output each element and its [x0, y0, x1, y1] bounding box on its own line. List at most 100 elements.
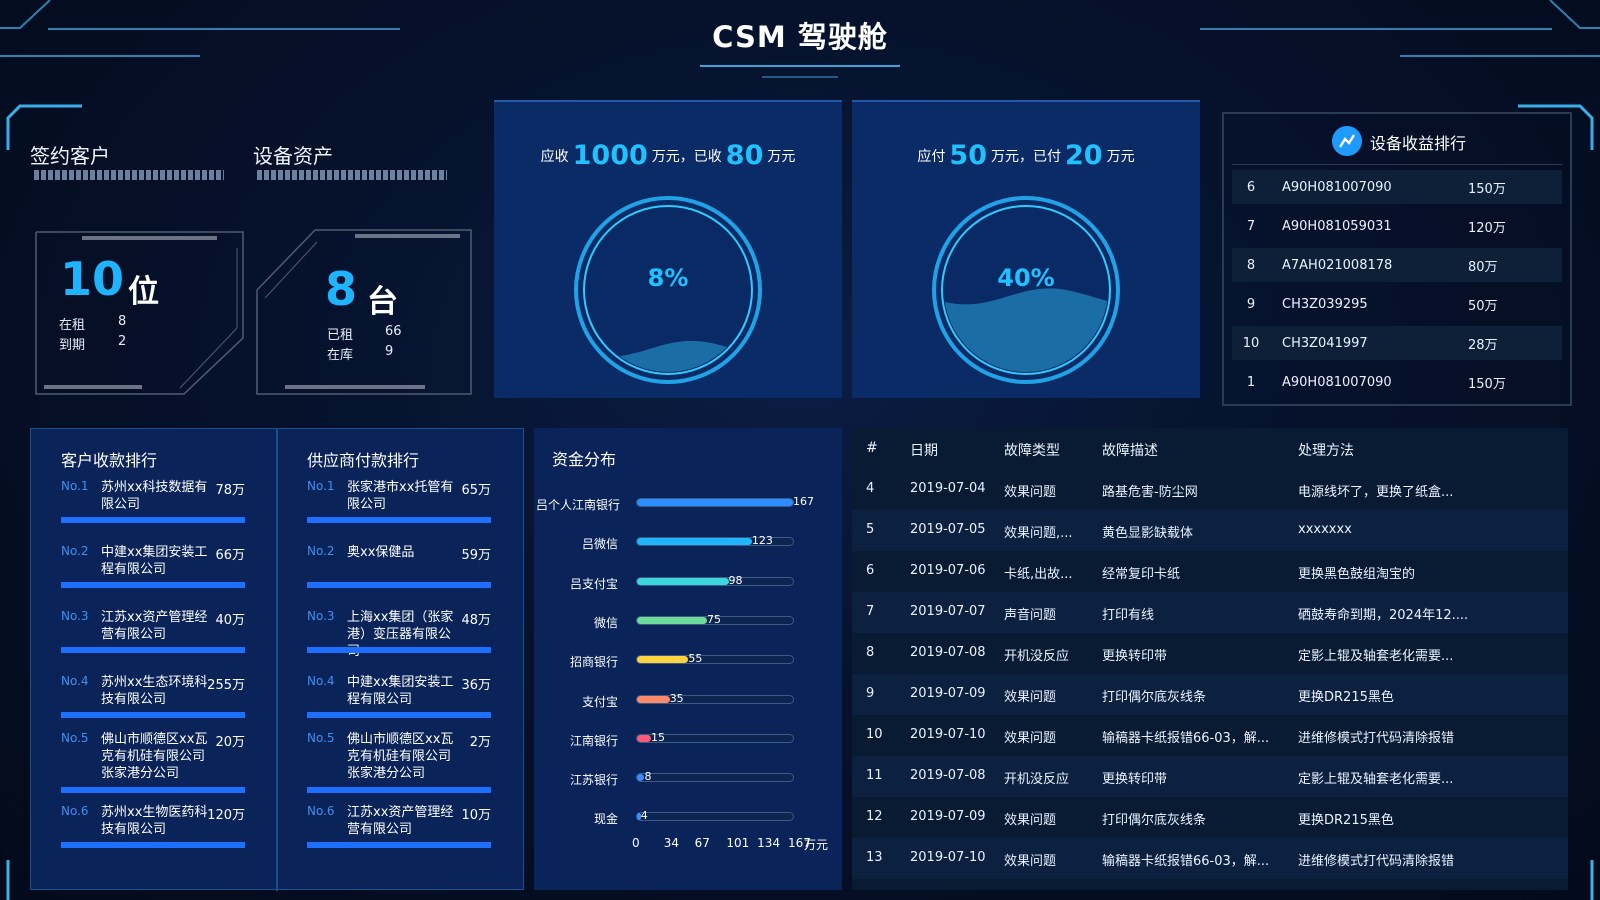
table-row[interactable]: 4 2019-07-04 效果问题 路基危害-防尘网 电源线坏了，更换了纸盒... — [852, 469, 1568, 510]
table-row[interactable]: 5 2019-07-05 效果问题,... 黄色显影缺载体 xxxxxxx — [852, 510, 1568, 551]
equipment-rank-panel[interactable]: 设备收益排行 6 A90H081007090 150万 7 A90H081059031 1… — [1222, 112, 1572, 406]
table-cell: 声音问题 — [1004, 608, 1057, 623]
company-name: 江苏xx资产管理经营有限公司 — [347, 805, 454, 837]
x-axis-tick: 34 — [663, 836, 680, 850]
amount: 20万 — [215, 735, 245, 750]
customers-row-label: 到期 — [59, 338, 86, 353]
amount: 120万 — [207, 808, 245, 823]
equipment-rank-row[interactable]: 10 CH3Z041997 28万 — [1232, 326, 1562, 360]
received-amount: 80 — [725, 140, 764, 171]
bar-value-label: 123 — [751, 534, 773, 548]
rank-list-item[interactable]: No.6 苏州xx生物医药科技有限公司 120万 — [61, 804, 245, 850]
rank-list-item[interactable]: No.1 张家港市xx托管有限公司 65万 — [307, 479, 491, 525]
fund-distribution-panel[interactable]: 资金分布 吕个人江南银行 167 吕微信 123 吕支付宝 98 微信 75 招商银行 55 支付宝… — [534, 428, 842, 890]
company-name: 苏州xx生物医药科技有限公司 — [101, 805, 208, 837]
equipment-id: A90H081007090 — [1282, 179, 1392, 195]
receivable-gauge-panel[interactable]: 应收 1000 万元，已收 80 万元 8% — [494, 100, 842, 398]
amount: 66万 — [215, 548, 245, 563]
rank-list-item[interactable]: No.1 苏州xx科技数据有限公司 78万 — [61, 479, 245, 525]
bar-value-label: 98 — [728, 573, 743, 587]
table-cell: 2019-07-09 — [910, 809, 986, 824]
rank-bar — [61, 712, 245, 718]
table-cell: 进维修模式打代码清除报错 — [1298, 731, 1455, 746]
customers-unit: 位 — [128, 274, 159, 310]
table-cell: 路基危害-防尘网 — [1102, 485, 1198, 500]
table-row[interactable]: 12 2019-07-09 效果问题 打印偶尔底灰线条 更换DR215黑色 — [852, 797, 1568, 838]
card-frame — [256, 229, 472, 395]
rank-list-item[interactable]: No.6 江苏xx资产管理经营有限公司 10万 — [307, 804, 491, 850]
table-row[interactable]: 10 2019-07-10 效果问题 输稿器卡纸报错66-03，解... 进维修模式打代… — [852, 715, 1568, 756]
rank-list-item[interactable]: No.3上海xx集团（张家港）变压器有限公司48万 — [307, 609, 491, 659]
equipment-rank-row[interactable]: 6 A90H081007090 150万 — [1232, 170, 1562, 204]
amount: 255万 — [207, 678, 245, 693]
bar-value-label: 55 — [688, 652, 703, 666]
ranking-panel[interactable]: 客户收款排行 供应商付款排行 No.1 苏州xx科技数据有限公司 78万 No.2 中建… — [30, 428, 524, 891]
equipment-rank-row[interactable]: 9 CH3Z039295 50万 — [1232, 287, 1562, 321]
payable-gauge-panel[interactable]: 应付 50 万元，已付 20 万元 40% — [852, 100, 1200, 398]
table-cell: 打印偶尔底灰线条 — [1102, 690, 1207, 705]
fault-table[interactable]: # 日期 故障类型 故障描述 处理方法 4 2019-07-04 效果问题 路基危害-防尘网 电源… — [852, 428, 1568, 890]
bar-value-label: 167 — [793, 495, 814, 508]
amount: 59万 — [461, 548, 491, 563]
amount: 40万 — [215, 613, 245, 628]
table-cell: 打印偶尔底灰线条 — [1102, 813, 1207, 828]
rank-bar — [307, 647, 491, 653]
table-row[interactable]: 13 2019-07-10 效果问题 输稿器卡纸报错66-03，解... 进维修模式打代… — [852, 838, 1568, 879]
bar-value-label: 4 — [640, 809, 648, 823]
customers-count: 10 — [60, 252, 125, 306]
rank-list-item[interactable]: No.5 佛山市顺德区xx瓦克有机硅有限公司张家港分公司 20万 — [61, 731, 245, 795]
assets-row-value: 9 — [385, 344, 394, 359]
company-name: 苏州xx生态环境科技有限公司 — [101, 675, 208, 707]
rank-bar — [307, 517, 491, 523]
customer-rank-title: 客户收款排行 — [61, 451, 158, 470]
bar-label: 江南银行 — [569, 733, 618, 748]
divider — [1232, 164, 1562, 165]
table-cell: 效果问题,... — [1004, 526, 1073, 541]
table-cell: 10 — [866, 727, 883, 742]
table-cell: 定影上辊及轴套老化需要... — [1298, 649, 1454, 664]
receivable-summary: 应收 1000 万元，已收 80 万元 — [494, 140, 842, 171]
equipment-rank-row[interactable]: 8 A7AH021008178 80万 — [1232, 248, 1562, 282]
rank-list-item[interactable]: No.5 佛山市顺德区xx瓦克有机硅有限公司张家港分公司 2万 — [307, 731, 491, 795]
table-cell: 更换黑色鼓组淘宝的 — [1298, 567, 1416, 582]
bar-label: 吕个人江南银行 — [536, 498, 621, 512]
table-cell: 9 — [866, 686, 875, 701]
table-row[interactable]: 6 2019-07-06 卡纸,出故... 经常复印卡纸 更换黑色鼓组淘宝的 — [852, 551, 1568, 592]
payable-percent: 40% — [997, 264, 1055, 292]
table-cell: xxxxxxx — [1298, 522, 1352, 537]
table-cell: 5 — [866, 522, 875, 537]
bar — [637, 616, 708, 624]
table-cell: 黄色显影缺载体 — [1102, 526, 1194, 541]
table-cell: 卡纸,出故... — [1004, 567, 1073, 582]
assets-count: 8 — [325, 262, 358, 316]
rank-list-item[interactable]: No.2 奥xx保健品 59万 — [307, 544, 491, 590]
equipment-rank-row[interactable]: 1 A90H081007090 150万 — [1232, 365, 1562, 399]
table-cell: 输稿器卡纸报错66-03，解... — [1102, 731, 1270, 746]
rank-bar — [61, 787, 245, 793]
rank-list-item[interactable]: No.2 中建xx集团安装工程有限公司 66万 — [61, 544, 245, 590]
bar-value-label: 15 — [651, 730, 665, 744]
equipment-rank-row[interactable]: 7 A90H081059031 120万 — [1232, 209, 1562, 243]
receivable-percent: 8% — [647, 264, 689, 292]
customers-card[interactable]: 10 位 在租 8 到期 2 — [32, 228, 247, 398]
rank-number: No.3 — [307, 609, 335, 623]
table-row[interactable]: 9 2019-07-09 效果问题 打印偶尔底灰线条 更换DR215黑色 — [852, 674, 1568, 715]
rank-list-item[interactable]: No.4 中建xx集团安装工程有限公司 36万 — [307, 674, 491, 720]
rank-number: 6 — [1246, 179, 1256, 195]
table-cell: 开机没反应 — [1004, 649, 1070, 664]
rank-list-item[interactable]: No.4 苏州xx生态环境科技有限公司 255万 — [61, 674, 245, 720]
table-row[interactable]: 11 2019-07-08 开机没反应 更换转印带 定影上辊及轴套老化需要... — [852, 756, 1568, 797]
rank-list-item[interactable]: No.3 江苏xx资产管理经营有限公司 40万 — [61, 609, 245, 655]
table-cell: 13 — [866, 850, 883, 865]
table-cell: 12 — [866, 809, 883, 824]
assets-card[interactable]: 8 台 已租 66 在库 9 — [255, 228, 475, 398]
payable-total: 50 — [949, 140, 987, 171]
table-cell: 6 — [866, 563, 875, 578]
table-row[interactable]: 8 2019-07-08 开机没反应 更换转印带 定影上辊及轴套老化需要... — [852, 633, 1568, 674]
table-row[interactable]: 7 2019-07-07 声音问题 打印有线 硒鼓寿命到期，2024年12.... — [852, 592, 1568, 633]
rank-number: No.5 — [307, 731, 335, 745]
rank-number: 8 — [1246, 257, 1256, 273]
column-header: 故障类型 — [1004, 443, 1060, 459]
rank-number: No.3 — [61, 609, 89, 623]
table-cell: 电源线坏了，更换了纸盒... — [1298, 485, 1454, 500]
